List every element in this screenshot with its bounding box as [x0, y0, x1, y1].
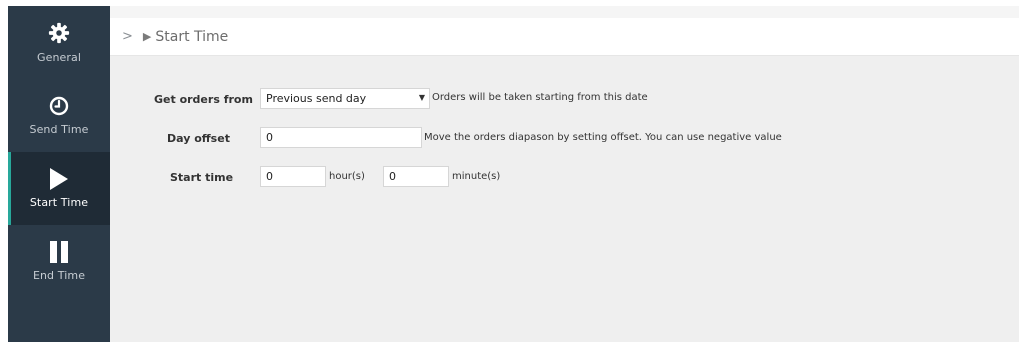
- chevron-right-icon[interactable]: >: [122, 29, 133, 44]
- sidebar-item-start-time[interactable]: Start Time: [8, 152, 110, 225]
- caret-down-icon: ▼: [418, 93, 425, 102]
- orders-from-hint: Orders will be taken starting from this …: [432, 92, 648, 103]
- hour-input[interactable]: [260, 166, 326, 187]
- orders-from-label: Get orders from: [154, 93, 253, 106]
- minute-unit-label: minute(s): [452, 171, 501, 182]
- section-header: > ▶ Start Time: [110, 18, 1019, 56]
- clock-icon: [8, 95, 110, 117]
- play-icon: ▶: [142, 30, 152, 43]
- minute-input[interactable]: [383, 166, 449, 187]
- sidebar-item-label: End Time: [32, 269, 86, 282]
- sidebar-item-label: General: [36, 51, 82, 64]
- top-strip: [110, 6, 1019, 18]
- pause-icon: [8, 241, 110, 263]
- sidebar-item-send-time[interactable]: Send Time: [8, 79, 110, 152]
- orders-from-select[interactable]: Previous send day ▼: [260, 88, 430, 109]
- sidebar-item-label: Send Time: [29, 123, 89, 136]
- day-offset-hint: Move the orders diapason by setting offs…: [424, 132, 782, 143]
- start-time-label: Start time: [170, 171, 234, 184]
- hour-unit-label: hour(s): [329, 171, 365, 182]
- orders-from-value: Previous send day: [266, 92, 367, 105]
- sidebar: General Send Time Start Time End Time: [8, 6, 110, 342]
- main-content: > ▶ Start Time Get orders from Previous …: [110, 6, 1019, 342]
- sidebar-item-end-time[interactable]: End Time: [8, 225, 110, 298]
- page-title: Start Time: [155, 28, 229, 45]
- sidebar-item-general[interactable]: General: [8, 6, 110, 79]
- sidebar-item-label: Start Time: [29, 196, 89, 209]
- day-offset-input[interactable]: [260, 127, 422, 148]
- play-icon: [8, 168, 110, 190]
- app-frame: General Send Time Start Time End Time > …: [8, 6, 1019, 342]
- gear-icon: [8, 22, 110, 44]
- day-offset-label: Day offset: [167, 132, 230, 145]
